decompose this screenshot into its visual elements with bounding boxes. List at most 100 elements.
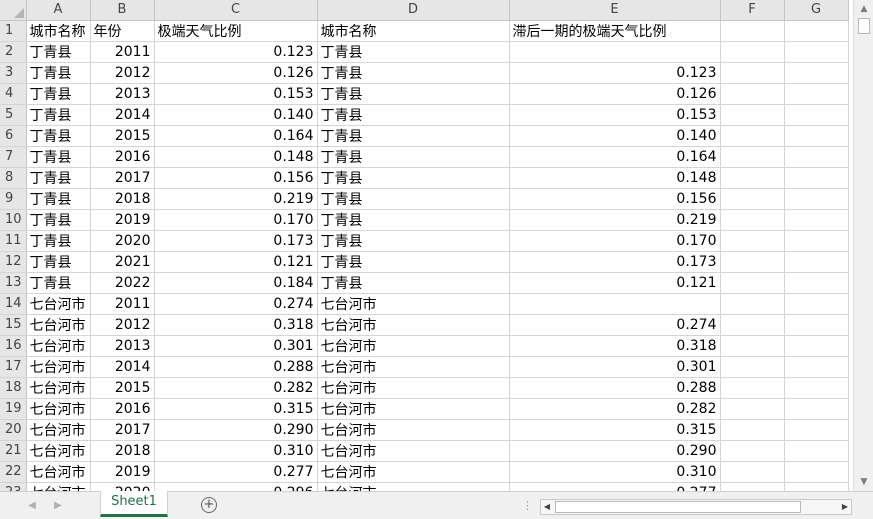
cell-year[interactable]: 2015 [90,125,155,147]
cell-empty-g[interactable] [784,335,849,357]
sheet-tab-sheet1[interactable]: Sheet1 [100,491,168,517]
cell-empty-f[interactable] [720,41,785,63]
cell-extreme-ratio[interactable]: 0.277 [154,461,318,483]
cell-empty-f[interactable] [720,440,785,462]
cell-city-copy[interactable]: 丁青县 [317,167,510,189]
cell-city-copy[interactable]: 七台河市 [317,461,510,483]
cell-empty-f[interactable] [720,419,785,441]
cell-d1[interactable]: 城市名称 [317,20,510,42]
cell-lagged-ratio[interactable]: 0.318 [509,335,721,357]
cell-empty-f[interactable] [720,209,785,231]
cell-city[interactable]: 丁青县 [26,125,91,147]
cell-empty-g[interactable] [784,314,849,336]
row-header[interactable]: 15 [0,314,27,336]
row-header[interactable]: 3 [0,62,27,84]
row-header[interactable]: 16 [0,335,27,357]
cell-empty-f[interactable] [720,461,785,483]
cell-empty-f[interactable] [720,398,785,420]
cell-empty-g[interactable] [784,146,849,168]
row-header[interactable]: 11 [0,230,27,252]
cell-city-copy[interactable]: 丁青县 [317,251,510,273]
cell-city-copy[interactable]: 丁青县 [317,230,510,252]
cell-lagged-ratio[interactable]: 0.126 [509,83,721,105]
cell-city-copy[interactable]: 七台河市 [317,293,510,315]
row-header[interactable]: 10 [0,209,27,231]
cell-g1[interactable] [784,20,849,42]
row-header[interactable]: 19 [0,398,27,420]
cell-city-copy[interactable]: 七台河市 [317,356,510,378]
cell-empty-f[interactable] [720,167,785,189]
cell-empty-g[interactable] [784,104,849,126]
cell-empty-f[interactable] [720,146,785,168]
cell-empty-g[interactable] [784,125,849,147]
cell-extreme-ratio[interactable]: 0.290 [154,419,318,441]
cell-extreme-ratio[interactable]: 0.310 [154,440,318,462]
cell-e1[interactable]: 滞后一期的极端天气比例 [509,20,721,42]
cell-city[interactable]: 七台河市 [26,293,91,315]
cell-lagged-ratio[interactable]: 0.164 [509,146,721,168]
cell-extreme-ratio[interactable]: 0.148 [154,146,318,168]
cell-year[interactable]: 2017 [90,167,155,189]
cell-extreme-ratio[interactable]: 0.282 [154,377,318,399]
cell-extreme-ratio[interactable]: 0.126 [154,62,318,84]
cell-empty-g[interactable] [784,272,849,294]
cell-city-copy[interactable]: 丁青县 [317,272,510,294]
cell-b1[interactable]: 年份 [90,20,155,42]
row-header[interactable]: 23 [0,482,27,491]
scroll-left-icon[interactable]: ◀ [541,500,553,514]
cell-year[interactable]: 2015 [90,377,155,399]
cell-empty-g[interactable] [784,167,849,189]
cell-city[interactable]: 丁青县 [26,188,91,210]
cell-empty-f[interactable] [720,377,785,399]
row-header[interactable]: 14 [0,293,27,315]
cell-extreme-ratio[interactable]: 0.121 [154,251,318,273]
row-header[interactable]: 4 [0,83,27,105]
cell-year[interactable]: 2020 [90,482,155,491]
cell-extreme-ratio[interactable]: 0.170 [154,209,318,231]
row-header[interactable]: 9 [0,188,27,210]
cell-extreme-ratio[interactable]: 0.153 [154,83,318,105]
cell-empty-f[interactable] [720,188,785,210]
cell-empty-g[interactable] [784,251,849,273]
row-header[interactable]: 6 [0,125,27,147]
cell-year[interactable]: 2018 [90,188,155,210]
cell-city[interactable]: 七台河市 [26,356,91,378]
cell-city[interactable]: 丁青县 [26,83,91,105]
cell-lagged-ratio[interactable]: 0.219 [509,209,721,231]
cell-empty-g[interactable] [784,209,849,231]
cell-city-copy[interactable]: 七台河市 [317,482,510,491]
select-all-button[interactable] [0,0,27,21]
row-header[interactable]: 5 [0,104,27,126]
column-header-e[interactable]: E [509,0,721,21]
row-header[interactable]: 17 [0,356,27,378]
cell-city-copy[interactable]: 丁青县 [317,188,510,210]
cell-year[interactable]: 2022 [90,272,155,294]
cell-lagged-ratio[interactable]: 0.156 [509,188,721,210]
cell-lagged-ratio[interactable]: 0.301 [509,356,721,378]
cell-extreme-ratio[interactable]: 0.123 [154,41,318,63]
cell-lagged-ratio[interactable]: 0.148 [509,167,721,189]
cell-lagged-ratio[interactable]: 0.310 [509,461,721,483]
cell-empty-f[interactable] [720,314,785,336]
cell-empty-f[interactable] [720,251,785,273]
cell-lagged-ratio[interactable]: 0.288 [509,377,721,399]
vertical-scrollbar[interactable]: ▲ ▼ [853,0,873,491]
cell-empty-f[interactable] [720,125,785,147]
cell-empty-g[interactable] [784,62,849,84]
row-header[interactable]: 18 [0,377,27,399]
cell-a1[interactable]: 城市名称 [26,20,91,42]
cell-lagged-ratio[interactable]: 0.274 [509,314,721,336]
cell-empty-g[interactable] [784,398,849,420]
cell-city-copy[interactable]: 七台河市 [317,335,510,357]
cell-empty-f[interactable] [720,62,785,84]
row-header[interactable]: 12 [0,251,27,273]
cell-extreme-ratio[interactable]: 0.318 [154,314,318,336]
column-header-d[interactable]: D [317,0,510,21]
cell-year[interactable]: 2012 [90,62,155,84]
scroll-up-icon[interactable]: ▲ [857,1,871,17]
vertical-scroll-thumb[interactable] [858,18,870,34]
cell-extreme-ratio[interactable]: 0.156 [154,167,318,189]
cell-empty-g[interactable] [784,419,849,441]
column-header-g[interactable]: G [784,0,849,21]
cell-extreme-ratio[interactable]: 0.301 [154,335,318,357]
